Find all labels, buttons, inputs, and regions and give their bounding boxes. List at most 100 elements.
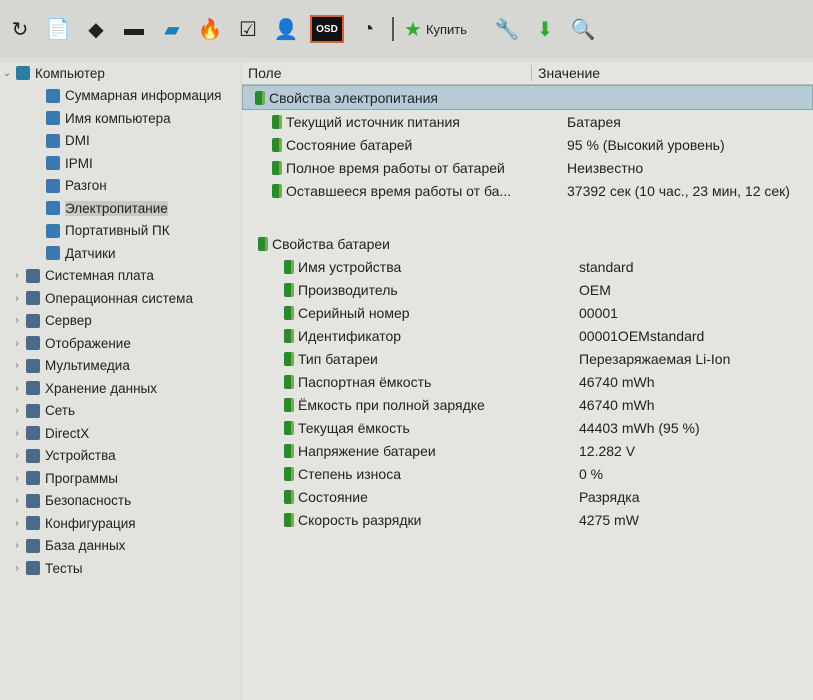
tree-item[interactable]: › Хранение данных bbox=[0, 377, 240, 400]
tree-item[interactable]: IPMI bbox=[0, 152, 240, 175]
tree-item[interactable]: Портативный ПК bbox=[0, 220, 240, 243]
stress-test-icon[interactable]: 🔥 bbox=[196, 15, 224, 43]
group-row[interactable]: Свойства электропитания bbox=[242, 85, 813, 110]
column-header-field[interactable]: Поле bbox=[242, 65, 532, 81]
table-row[interactable]: Паспортная ёмкость 46740 mWh bbox=[242, 370, 813, 393]
tree-item[interactable]: › Конфигурация bbox=[0, 512, 240, 535]
tree-item[interactable]: › Отображение bbox=[0, 332, 240, 355]
tree-item-icon bbox=[26, 493, 40, 508]
tree-item[interactable]: Разгон bbox=[0, 175, 240, 198]
report-icon[interactable]: 📄 bbox=[44, 15, 72, 43]
memory-icon[interactable]: ▬ bbox=[120, 15, 148, 43]
tree-item-label: Операционная система bbox=[45, 290, 193, 306]
table-row[interactable]: Скорость разрядки 4275 mW bbox=[242, 508, 813, 531]
battery-icon bbox=[272, 137, 282, 152]
tree-item[interactable]: › Сеть bbox=[0, 400, 240, 423]
expand-arrow-icon[interactable]: › bbox=[10, 473, 24, 484]
drive-icon[interactable]: ◆ bbox=[82, 15, 110, 43]
tree-item[interactable]: › База данных bbox=[0, 535, 240, 558]
tools-icon[interactable]: 🔧 bbox=[493, 15, 521, 43]
table-row[interactable]: Имя устройства standard bbox=[242, 255, 813, 278]
expand-arrow-icon[interactable]: › bbox=[10, 315, 24, 326]
table-row[interactable]: Производитель OEM bbox=[242, 278, 813, 301]
expand-arrow-icon[interactable]: › bbox=[10, 383, 24, 394]
field-value: Перезаряжаемая Li-Ion bbox=[579, 350, 731, 367]
table-row[interactable]: Текущий источник питания Батарея bbox=[242, 110, 813, 133]
tree-item[interactable]: › DirectX bbox=[0, 422, 240, 445]
tree-item[interactable]: ⌄ Компьютер bbox=[0, 62, 240, 85]
table-row[interactable]: Свойства батареи bbox=[242, 232, 813, 255]
field-value: 46740 mWh bbox=[579, 396, 655, 413]
table-row[interactable]: Состояние батарей 95 % (Высокий уровень) bbox=[242, 133, 813, 156]
tree-item-label: Программы bbox=[45, 470, 118, 486]
expand-arrow-icon[interactable]: › bbox=[10, 540, 24, 551]
tree-item-label: Хранение данных bbox=[45, 380, 157, 396]
expand-arrow-icon[interactable]: › bbox=[10, 450, 24, 461]
tree-item-icon bbox=[46, 111, 60, 126]
battery-icon bbox=[284, 443, 294, 458]
tree-item[interactable]: › Тесты bbox=[0, 557, 240, 580]
expand-arrow-icon[interactable]: › bbox=[10, 293, 24, 304]
tree-item[interactable]: › Безопасность bbox=[0, 490, 240, 513]
field-value: 00001OEMstandard bbox=[579, 327, 705, 344]
toolbar-separator bbox=[392, 17, 394, 41]
table-row[interactable]: Степень износа 0 % bbox=[242, 462, 813, 485]
expand-arrow-icon[interactable]: › bbox=[10, 563, 24, 574]
details-table: Поле Значение Свойства электропитания Тек… bbox=[242, 62, 813, 700]
gauge-icon[interactable]: ◔ bbox=[354, 15, 382, 43]
table-row[interactable]: Оставшееся время работы от ба... 37392 се… bbox=[242, 179, 813, 202]
field-value: 46740 mWh bbox=[579, 373, 655, 390]
tree-item[interactable]: › Системная плата bbox=[0, 265, 240, 288]
field-label: Ёмкость при полной зарядке bbox=[298, 396, 485, 413]
search-icon[interactable]: 🔍 bbox=[569, 15, 597, 43]
expand-arrow-icon[interactable]: › bbox=[10, 495, 24, 506]
buy-button[interactable]: ★ Купить bbox=[404, 17, 467, 42]
table-row[interactable]: Состояние Разрядка bbox=[242, 485, 813, 508]
tree-item[interactable]: Суммарная информация bbox=[0, 85, 240, 108]
refresh-icon[interactable]: ↻ bbox=[6, 15, 34, 43]
tree-item-icon bbox=[26, 381, 40, 396]
table-row[interactable]: Напряжение батареи 12.282 V bbox=[242, 439, 813, 462]
battery-icon bbox=[272, 114, 282, 129]
expand-arrow-icon[interactable]: ⌄ bbox=[0, 68, 14, 79]
osd-icon[interactable]: OSD bbox=[310, 15, 344, 43]
table-row[interactable]: Полное время работы от батарей Неизвестно bbox=[242, 156, 813, 179]
tree-item-icon bbox=[26, 268, 40, 283]
field-value: standard bbox=[579, 258, 634, 275]
field-label: Паспортная ёмкость bbox=[298, 373, 432, 390]
field-value: 4275 mW bbox=[579, 511, 639, 528]
tree-item[interactable]: Датчики bbox=[0, 242, 240, 265]
table-row[interactable]: Идентификатор 00001OEMstandard bbox=[242, 324, 813, 347]
table-row[interactable]: Ёмкость при полной зарядке 46740 mWh bbox=[242, 393, 813, 416]
tree-item[interactable]: › Устройства bbox=[0, 445, 240, 468]
expand-arrow-icon[interactable]: › bbox=[10, 518, 24, 529]
table-row[interactable]: Серийный номер 00001 bbox=[242, 301, 813, 324]
field-label: Идентификатор bbox=[298, 327, 402, 344]
tree-item[interactable]: › Программы bbox=[0, 467, 240, 490]
expand-arrow-icon[interactable]: › bbox=[10, 338, 24, 349]
tree-item[interactable]: › Операционная система bbox=[0, 287, 240, 310]
network-icon[interactable]: ▰ bbox=[158, 15, 186, 43]
expand-arrow-icon[interactable]: › bbox=[10, 270, 24, 281]
column-header-value[interactable]: Значение bbox=[532, 65, 600, 81]
expand-arrow-icon[interactable]: › bbox=[10, 360, 24, 371]
tree-item[interactable]: › Мультимедиа bbox=[0, 355, 240, 378]
tree-item[interactable]: Имя компьютера bbox=[0, 107, 240, 130]
field-value: Разрядка bbox=[579, 488, 640, 505]
table-row[interactable]: Текущая ёмкость 44403 mWh (95 %) bbox=[242, 416, 813, 439]
tree-item-icon bbox=[46, 133, 60, 148]
battery-icon bbox=[284, 466, 294, 481]
tree-item[interactable]: Электропитание bbox=[0, 197, 240, 220]
field-label: Текущий источник питания bbox=[286, 113, 460, 130]
download-icon[interactable]: ⬇ bbox=[531, 15, 559, 43]
expand-arrow-icon[interactable]: › bbox=[10, 405, 24, 416]
tree-item[interactable]: › Сервер bbox=[0, 310, 240, 333]
checklist-icon[interactable]: ☑ bbox=[234, 15, 262, 43]
field-value: Батарея bbox=[567, 113, 621, 130]
user-icon[interactable]: 👤 bbox=[272, 15, 300, 43]
expand-arrow-icon[interactable]: › bbox=[10, 428, 24, 439]
table-row[interactable]: Тип батареи Перезаряжаемая Li-Ion bbox=[242, 347, 813, 370]
field-label: Тип батареи bbox=[298, 350, 378, 367]
tree-item[interactable]: DMI bbox=[0, 130, 240, 153]
tree-item-icon bbox=[16, 66, 30, 81]
